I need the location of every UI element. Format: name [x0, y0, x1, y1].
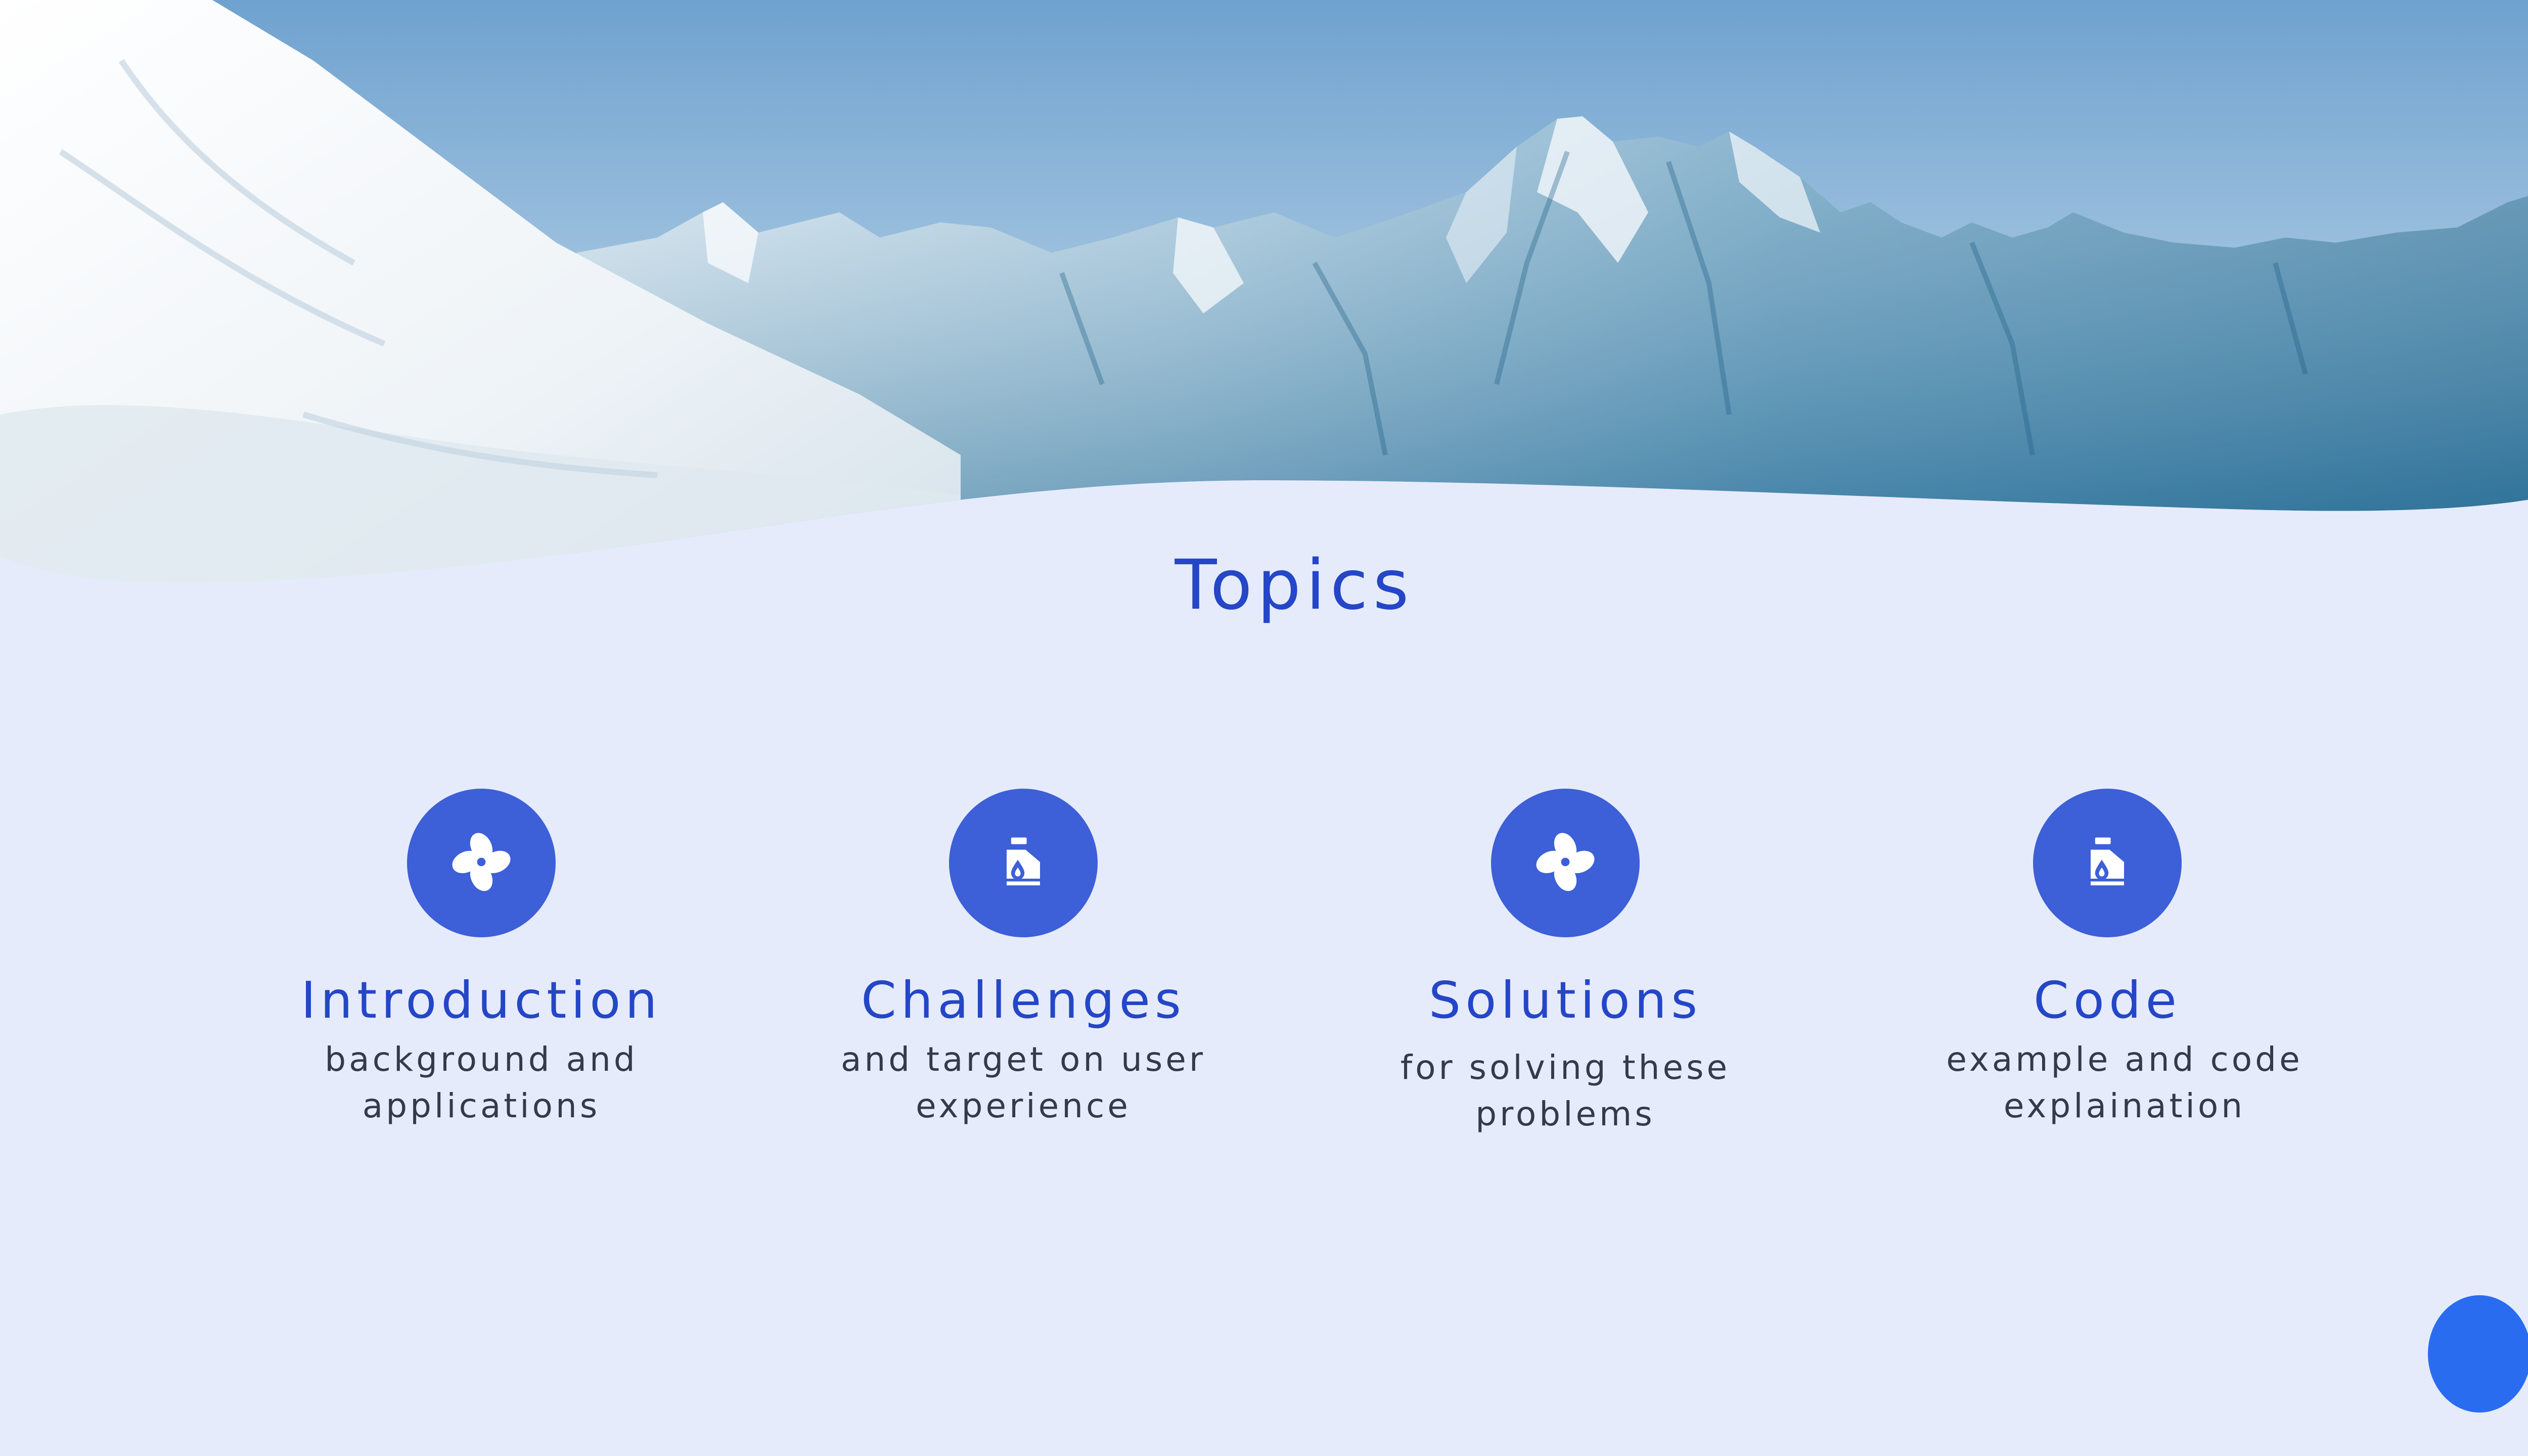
topic-icon-circle: [949, 789, 1098, 937]
topic-icon-circle: [2033, 789, 2182, 937]
slide: Topics Introduction background and appli…: [0, 0, 2528, 1456]
topic-heading: Code: [2033, 971, 2181, 1030]
topic-icon-circle: [407, 789, 556, 937]
topic-description-line: and target on user: [841, 1040, 1206, 1079]
topic-icon-circle: [1491, 789, 1640, 937]
topic-description-line: problems: [1475, 1095, 1655, 1133]
topic-description-line: experience: [916, 1086, 1131, 1125]
topic-description: for solving these problems: [1373, 1044, 1757, 1138]
topic-solutions: Solutions for solving these problems: [1343, 789, 1788, 1138]
oil-bottle-icon: [996, 834, 1051, 892]
topic-code: Code example and code explaination: [1885, 789, 2330, 1129]
topic-challenges: Challenges and target on user experience: [801, 789, 1246, 1129]
topic-description-line: for solving these: [1400, 1048, 1731, 1087]
topic-description: example and code explaination: [1917, 1036, 2332, 1129]
decor-dot-large: [2428, 1295, 2528, 1413]
page-title: Topics: [1175, 545, 1414, 625]
fan-icon: [1535, 832, 1596, 894]
topic-description-line: applications: [362, 1086, 601, 1125]
topic-heading: Introduction: [301, 971, 662, 1030]
oil-bottle-icon: [2080, 834, 2135, 892]
topic-description: and target on user experience: [831, 1036, 1215, 1129]
topic-heading: Challenges: [861, 971, 1186, 1030]
topic-heading: Solutions: [1428, 971, 1702, 1030]
topic-description-line: example and code: [1946, 1040, 2303, 1079]
topic-description: background and applications: [289, 1036, 673, 1129]
topic-description-line: background and: [325, 1040, 638, 1079]
topic-introduction: Introduction background and applications: [259, 789, 704, 1129]
fan-icon: [451, 832, 512, 894]
mountain-banner-image: [0, 0, 2528, 607]
topic-description-line: explaination: [2003, 1086, 2246, 1125]
